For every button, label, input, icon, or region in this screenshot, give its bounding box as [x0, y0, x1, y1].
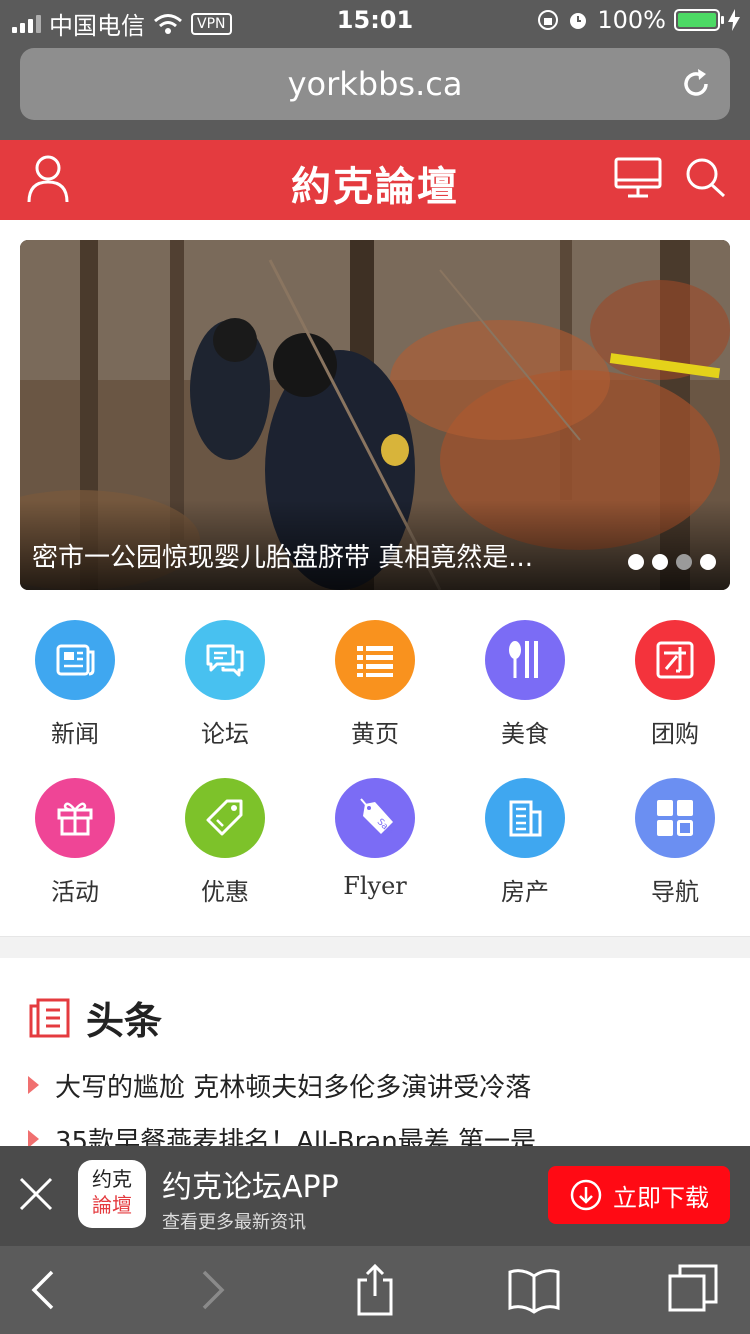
alarm-icon: [570, 13, 587, 29]
reload-icon[interactable]: [678, 66, 714, 102]
app-icon: 约克 論壇: [78, 1160, 146, 1228]
hero-caption[interactable]: 密市一公园惊现婴儿胎盘脐带 真相竟然是...: [32, 537, 592, 574]
status-bar: 中国电信 VPN 15:01 100%: [0, 0, 750, 40]
battery-icon: [674, 9, 724, 31]
headline-text: 35款早餐燕麦排名！All-Bran最差 第一是: [55, 1126, 536, 1147]
utensils-icon: [485, 620, 565, 700]
headline-item[interactable]: 35款早餐燕麦排名！All-Bran最差 第一是: [28, 1114, 728, 1146]
category-yellow-pages[interactable]: 黄页: [300, 620, 450, 778]
group-buy-icon: [635, 620, 715, 700]
section-divider: [0, 936, 750, 958]
bullet-triangle-icon: [28, 1130, 39, 1146]
category-label: Flyer: [343, 872, 407, 900]
category-group-buy[interactable]: 团购: [600, 620, 750, 778]
category-forum[interactable]: 论坛: [150, 620, 300, 778]
carousel-dot[interactable]: [676, 554, 692, 570]
battery-percent: 100%: [597, 6, 666, 34]
grid-apps-icon: [635, 778, 715, 858]
category-label: 团购: [651, 720, 699, 748]
sale-tag-icon: Sale: [335, 778, 415, 858]
tag-icon: [185, 778, 265, 858]
category-label: 优惠: [201, 878, 249, 906]
headlines-icon: [29, 998, 70, 1037]
chat-bubbles-icon: [185, 620, 265, 700]
category-label: 美食: [501, 720, 549, 748]
category-label: 房产: [501, 878, 549, 906]
headline-list: 大写的尴尬 克林顿夫妇多伦多演讲受冷落 35款早餐燕麦排名！All-Bran最差…: [28, 1060, 728, 1146]
bookmarks-icon[interactable]: [506, 1262, 562, 1318]
back-icon[interactable]: [16, 1262, 72, 1318]
forward-icon[interactable]: [184, 1262, 240, 1318]
category-label: 活动: [51, 878, 99, 906]
category-deals[interactable]: 优惠: [150, 778, 300, 936]
browser-toolbar: [0, 1246, 750, 1334]
building-icon: [485, 778, 565, 858]
gift-icon: [35, 778, 115, 858]
app-name: 约克论坛APP: [162, 1170, 339, 1205]
charging-icon: [728, 9, 740, 31]
category-food[interactable]: 美食: [450, 620, 600, 778]
headlines-heading: 头条: [28, 990, 162, 1045]
category-real-estate[interactable]: 房产: [450, 778, 600, 936]
carousel-dot[interactable]: [652, 554, 668, 570]
headline-item[interactable]: 大写的尴尬 克林顿夫妇多伦多演讲受冷落: [28, 1060, 728, 1110]
category-label: 新闻: [51, 720, 99, 748]
download-icon: [570, 1179, 602, 1211]
download-label: 立即下载: [613, 1183, 709, 1212]
tabs-icon[interactable]: [666, 1262, 722, 1318]
desktop-icon[interactable]: [614, 156, 662, 200]
newspaper-icon: [35, 620, 115, 700]
share-icon[interactable]: [347, 1262, 403, 1318]
app-subtitle: 查看更多最新资讯: [162, 1212, 306, 1233]
category-news[interactable]: 新闻: [0, 620, 150, 778]
site-header: 約克論壇: [0, 140, 750, 220]
category-grid: 新闻 论坛 黄页 美食 团购 活动 优惠 Sale Flyer 房产 导航: [0, 620, 750, 936]
category-label: 论坛: [201, 720, 249, 748]
category-label: 导航: [651, 878, 699, 906]
bullet-triangle-icon: [28, 1076, 39, 1094]
rotation-lock-icon: [538, 10, 559, 30]
hero-carousel[interactable]: 密市一公园惊现婴儿胎盘脐带 真相竟然是...: [20, 240, 730, 590]
search-icon[interactable]: [684, 156, 728, 200]
category-events[interactable]: 活动: [0, 778, 150, 936]
category-label: 黄页: [351, 720, 399, 748]
list-icon: [335, 620, 415, 700]
address-bar[interactable]: yorkbbs.ca: [20, 48, 730, 120]
download-button[interactable]: 立即下载: [548, 1166, 730, 1224]
headlines-title: 头条: [86, 999, 163, 1043]
app-download-banner: 约克 論壇 约克论坛APP 查看更多最新资讯 立即下载: [0, 1146, 750, 1246]
carousel-dot[interactable]: [628, 554, 644, 570]
category-navigation[interactable]: 导航: [600, 778, 750, 936]
url-text: yorkbbs.ca: [287, 65, 463, 103]
carousel-dot[interactable]: [700, 554, 716, 570]
category-flyer[interactable]: Sale Flyer: [300, 778, 450, 936]
close-icon[interactable]: [18, 1176, 54, 1212]
carousel-dots: [628, 554, 716, 570]
browser-bar: yorkbbs.ca: [0, 40, 750, 140]
headline-text: 大写的尴尬 克林顿夫妇多伦多演讲受冷落: [55, 1072, 532, 1103]
